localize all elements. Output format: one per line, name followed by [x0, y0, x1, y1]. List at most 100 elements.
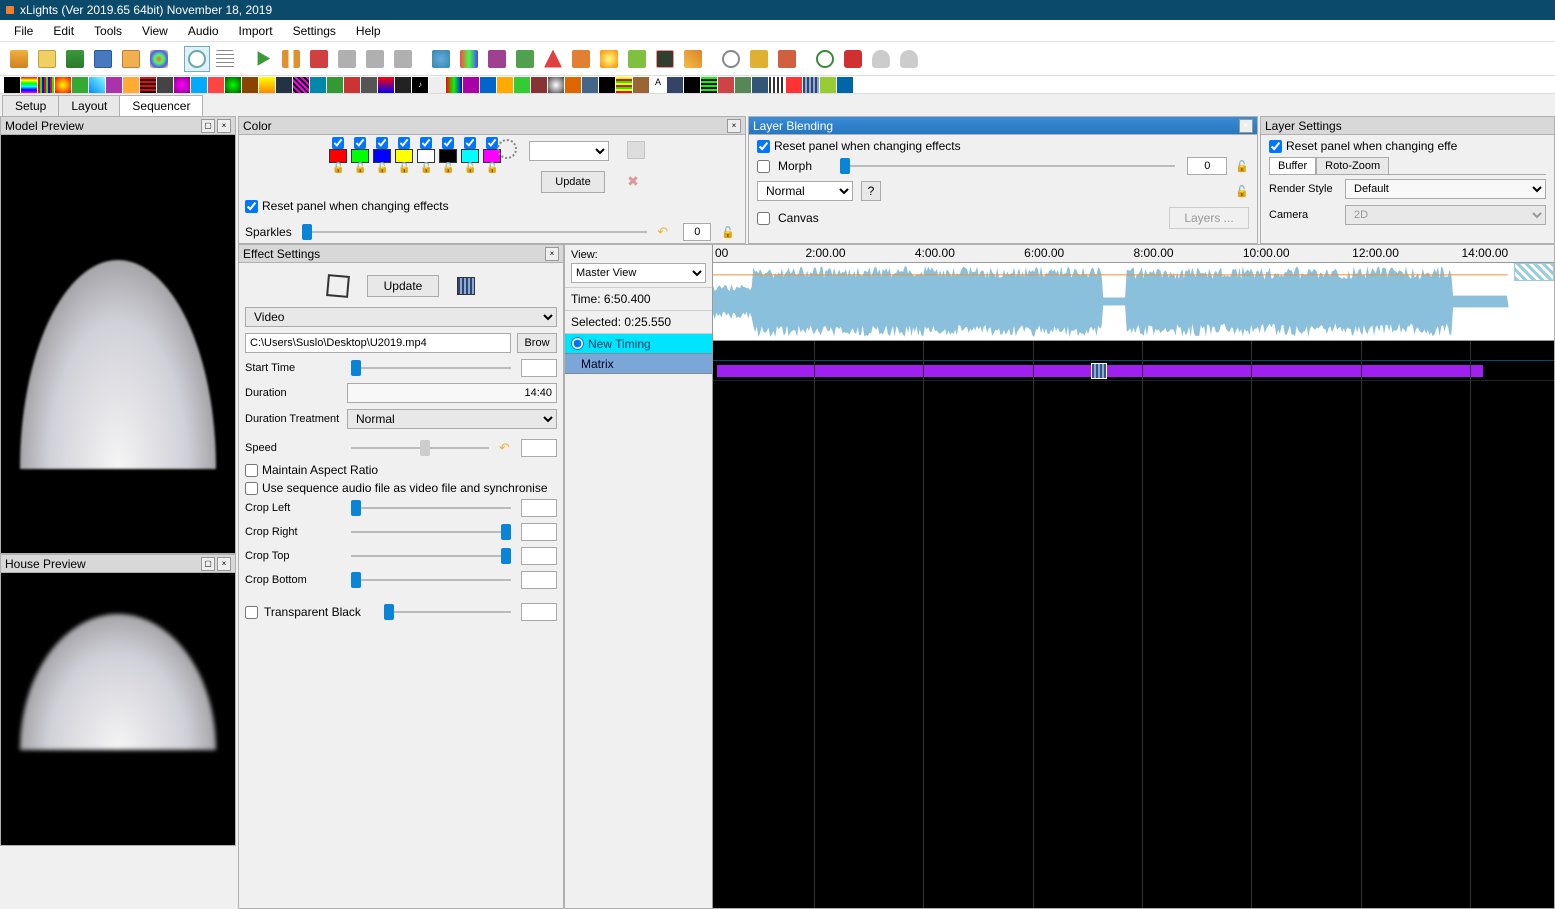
tb-fx10[interactable]: [680, 46, 706, 72]
crop-bottom-slider[interactable]: [351, 579, 511, 581]
fx-icon[interactable]: [395, 77, 411, 93]
undo-icon[interactable]: ↶: [499, 440, 515, 456]
dock-icon[interactable]: ▢: [201, 119, 215, 133]
tb-loop[interactable]: [390, 46, 416, 72]
tb-help[interactable]: [812, 46, 838, 72]
transparent-black-checkbox[interactable]: [245, 606, 258, 619]
swatch-checkbox[interactable]: [464, 137, 476, 149]
tb-saveall[interactable]: [118, 46, 144, 72]
menu-edit[interactable]: Edit: [43, 24, 84, 38]
lock-icon[interactable]: 🔓: [376, 163, 388, 177]
delete-icon[interactable]: ✖: [625, 173, 641, 189]
canvas-checkbox[interactable]: [757, 212, 770, 225]
fx-icon[interactable]: [582, 77, 598, 93]
timing-radio[interactable]: [571, 337, 584, 350]
reset-checkbox[interactable]: [1269, 140, 1282, 153]
sparkles-slider[interactable]: [302, 231, 648, 233]
fx-icon[interactable]: [378, 77, 394, 93]
fx-icon[interactable]: [463, 77, 479, 93]
swatch-checkbox[interactable]: [442, 137, 454, 149]
fx-icon[interactable]: [72, 77, 88, 93]
fx-icon[interactable]: [497, 77, 513, 93]
fx-icon[interactable]: [106, 77, 122, 93]
fx-icon[interactable]: [718, 77, 734, 93]
tb-new[interactable]: [6, 46, 32, 72]
fx-icon[interactable]: [293, 77, 309, 93]
fx-icon[interactable]: [684, 77, 700, 93]
randomize-icon[interactable]: [326, 274, 350, 298]
fx-icon[interactable]: [344, 77, 360, 93]
fx-icon[interactable]: [259, 77, 275, 93]
reset-checkbox[interactable]: [757, 140, 770, 153]
tb-forward[interactable]: [362, 46, 388, 72]
lock-icon[interactable]: 🔓: [332, 163, 344, 177]
timing-track[interactable]: [713, 341, 1554, 361]
duration-treatment-select[interactable]: Normal: [347, 409, 557, 429]
swatch-checkbox[interactable]: [398, 137, 410, 149]
cycle-icon[interactable]: [497, 139, 517, 159]
swatch-checkbox[interactable]: [420, 137, 432, 149]
fx-icon[interactable]: [21, 77, 37, 93]
fx-icon[interactable]: [310, 77, 326, 93]
tb-open[interactable]: [34, 46, 60, 72]
tb-fx6[interactable]: [568, 46, 594, 72]
fx-icon[interactable]: [633, 77, 649, 93]
tb-stop[interactable]: [306, 46, 332, 72]
undo-icon[interactable]: ↶: [657, 224, 673, 240]
fx-icon[interactable]: [446, 77, 462, 93]
color-swatch[interactable]: [351, 149, 369, 163]
menu-view[interactable]: View: [132, 24, 178, 38]
sparkles-value[interactable]: [683, 223, 711, 241]
tb-bulb1[interactable]: [868, 46, 894, 72]
close-icon[interactable]: ×: [217, 119, 231, 133]
tb-fx5[interactable]: [540, 46, 566, 72]
video-path-input[interactable]: [245, 333, 511, 353]
fx-icon[interactable]: [616, 77, 632, 93]
save-palette-icon[interactable]: [627, 141, 645, 159]
palette-select[interactable]: [529, 141, 609, 161]
house-preview-viewport[interactable]: [1, 573, 235, 845]
view-select[interactable]: Master View: [571, 263, 706, 283]
tb-open-folder[interactable]: [62, 46, 88, 72]
fx-icon[interactable]: A: [650, 77, 666, 93]
tb-fx8[interactable]: [624, 46, 650, 72]
tb-grid[interactable]: [212, 46, 238, 72]
tb-clock[interactable]: [184, 46, 210, 72]
fx-icon[interactable]: [361, 77, 377, 93]
fx-icon[interactable]: [565, 77, 581, 93]
fx-icon[interactable]: [599, 77, 615, 93]
fx-icon[interactable]: [191, 77, 207, 93]
tb-palette[interactable]: [146, 46, 172, 72]
tab-layout[interactable]: Layout: [58, 95, 120, 116]
menu-tools[interactable]: Tools: [84, 24, 132, 38]
fx-icon[interactable]: [123, 77, 139, 93]
fx-icon[interactable]: [752, 77, 768, 93]
lock-icon[interactable]: 🔓: [464, 163, 476, 177]
speed-slider[interactable]: [351, 447, 489, 449]
fx-icon[interactable]: [38, 77, 54, 93]
fx-icon[interactable]: [514, 77, 530, 93]
menu-file[interactable]: File: [4, 24, 43, 38]
color-swatch[interactable]: [439, 149, 457, 163]
model-row[interactable]: Matrix: [565, 354, 712, 374]
morph-value[interactable]: [1187, 157, 1227, 175]
fx-icon[interactable]: [140, 77, 156, 93]
color-swatch[interactable]: [461, 149, 479, 163]
fx-icon[interactable]: [276, 77, 292, 93]
morph-checkbox[interactable]: [757, 160, 770, 173]
start-time-slider[interactable]: [351, 367, 511, 369]
fx-icon[interactable]: [701, 77, 717, 93]
fx-icon[interactable]: ♪: [412, 77, 428, 93]
reset-checkbox[interactable]: [245, 200, 258, 213]
fx-icon[interactable]: [786, 77, 802, 93]
maintain-aspect-checkbox[interactable]: [245, 464, 258, 477]
tab-sequencer[interactable]: Sequencer: [119, 95, 203, 116]
menu-help[interactable]: Help: [346, 24, 391, 38]
model-track[interactable]: [713, 361, 1554, 381]
color-swatch[interactable]: [329, 149, 347, 163]
browse-button[interactable]: Brow: [517, 333, 557, 353]
tb-rewind[interactable]: [334, 46, 360, 72]
fx-icon[interactable]: [157, 77, 173, 93]
close-icon[interactable]: ×: [1239, 119, 1253, 133]
speed-value[interactable]: [521, 439, 557, 457]
